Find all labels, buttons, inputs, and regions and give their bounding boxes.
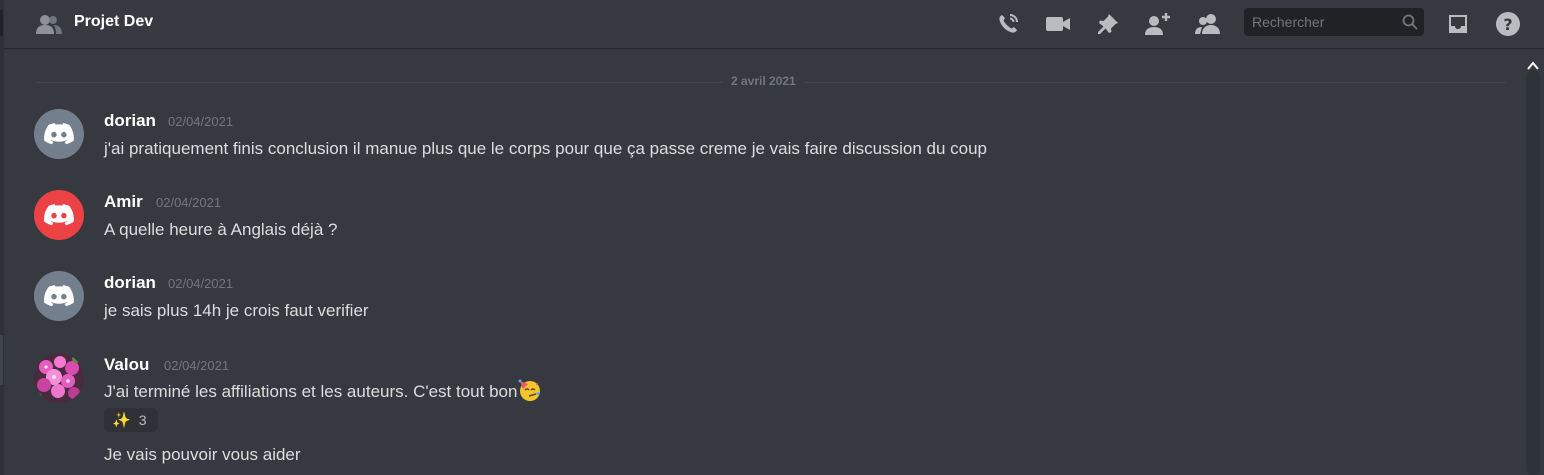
message-text: J'ai terminé les affiliations et les aut… (104, 382, 518, 401)
message-content: j'ai pratiquement finis conclusion il ma… (104, 139, 988, 158)
message-author[interactable]: dorian (104, 111, 156, 131)
reaction-button[interactable]: ✨ 3 (104, 408, 158, 432)
scroll-up-icon[interactable] (1527, 56, 1539, 70)
add-member-icon[interactable] (1144, 10, 1172, 38)
message-author[interactable]: dorian (104, 273, 156, 293)
partying-face-emoji-icon (517, 377, 543, 403)
message-content: je sais plus 14h je crois faut verifier (104, 301, 369, 320)
search-input[interactable]: Rechercher (1244, 8, 1424, 36)
sidebar-indicator (0, 335, 3, 385)
call-icon[interactable] (994, 10, 1022, 38)
scrollbar-thumb[interactable] (1526, 70, 1540, 475)
members-icon[interactable] (1194, 10, 1222, 38)
message-timestamp: 02/04/2021 (156, 195, 222, 210)
search-icon (1402, 14, 1418, 30)
inbox-icon[interactable] (1444, 10, 1472, 38)
reaction-count: 3 (138, 412, 147, 428)
flower-avatar-icon (34, 353, 84, 403)
channel-header: Projet Dev Rechercher ? (4, 0, 1544, 48)
discord-logo-icon (44, 123, 74, 145)
message-timestamp: 02/04/2021 (168, 114, 234, 129)
discord-logo-icon (44, 204, 74, 226)
sparkles-emoji: ✨ (112, 411, 131, 429)
message-author[interactable]: Amir (104, 192, 143, 212)
group-dm-icon (36, 12, 62, 36)
discord-logo-icon (44, 285, 74, 307)
avatar[interactable] (34, 271, 84, 321)
help-icon[interactable]: ? (1494, 10, 1522, 38)
svg-text:?: ? (1503, 15, 1512, 34)
guild-sidebar-edge (0, 0, 4, 475)
video-icon[interactable] (1044, 10, 1072, 38)
avatar[interactable] (34, 109, 84, 159)
channel-title: Projet Dev (74, 13, 154, 30)
message-content: A quelle heure à Anglais déjà ? (104, 220, 338, 239)
message-timestamp: 02/04/2021 (164, 358, 230, 373)
message-author[interactable]: Valou (104, 355, 149, 375)
search-placeholder: Rechercher (1252, 14, 1325, 30)
message-content: Je vais pouvoir vous aider (104, 445, 301, 464)
avatar[interactable] (34, 190, 84, 240)
message-timestamp: 02/04/2021 (168, 276, 234, 291)
message-content: J'ai terminé les affiliations et les aut… (104, 379, 543, 403)
avatar[interactable] (34, 353, 84, 403)
pin-icon[interactable] (1094, 10, 1122, 38)
sidebar-indicator (0, 10, 3, 36)
date-divider-label: 2 avril 2021 (723, 74, 804, 88)
